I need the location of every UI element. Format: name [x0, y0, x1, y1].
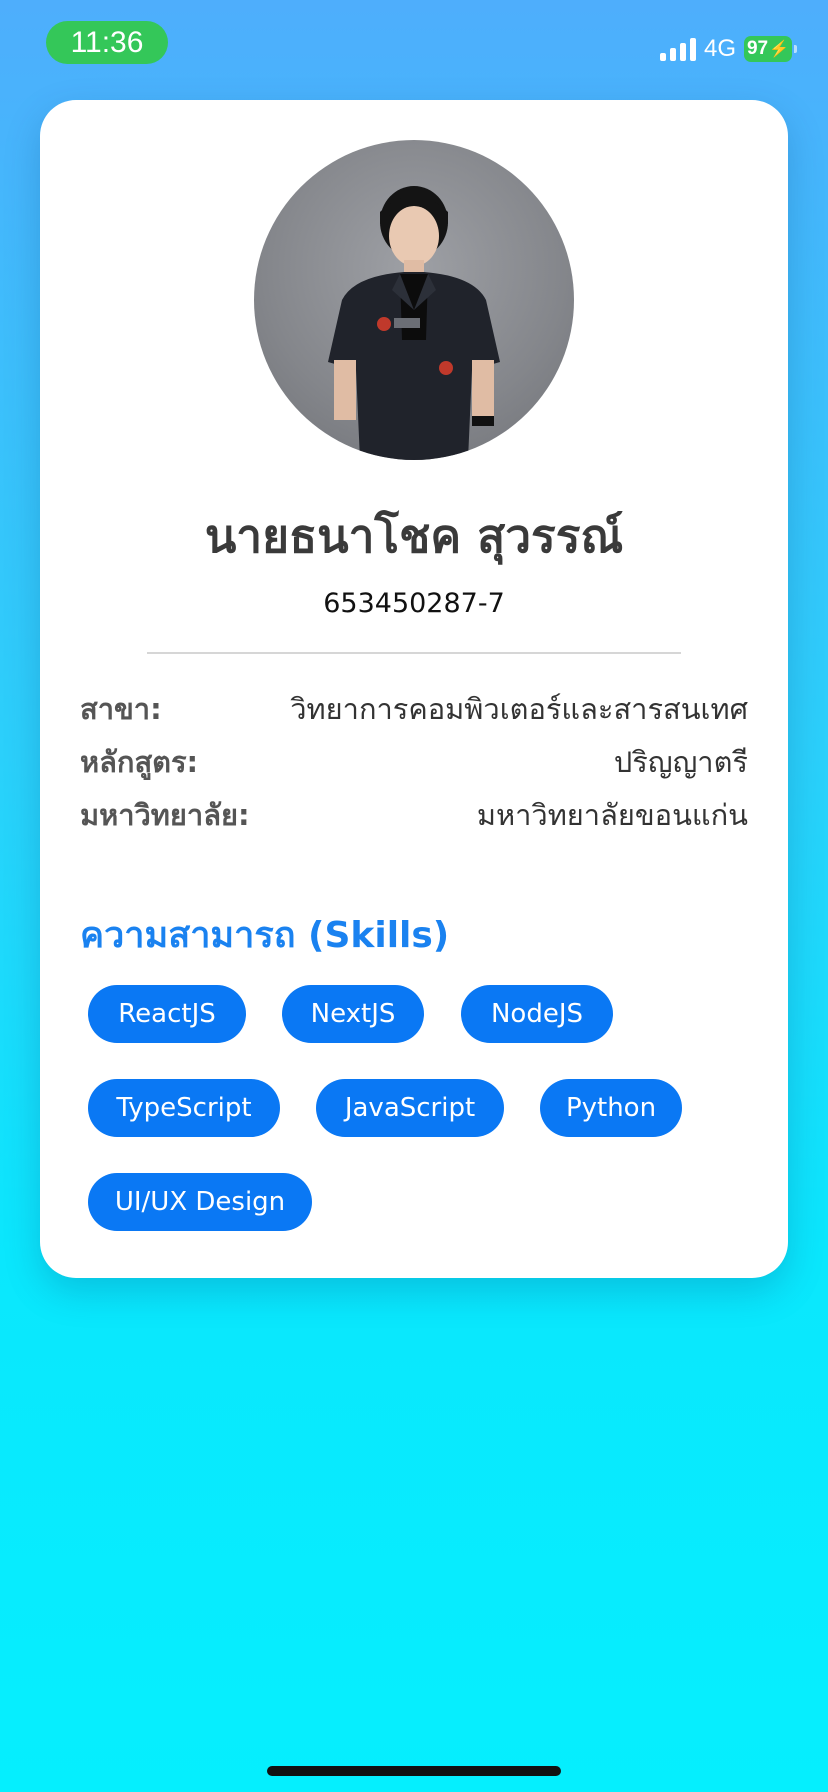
- battery-icon: 97 ⚡: [744, 36, 797, 62]
- time-pill: 11:36: [46, 21, 168, 64]
- profile-avatar: [254, 140, 574, 460]
- info-value-major: วิทยาการคอมพิวเตอร์และสารสนเทศ: [290, 692, 748, 726]
- student-id: 653450287-7: [323, 588, 505, 619]
- status-bar: 11:36 4G 97 ⚡: [0, 0, 828, 90]
- info-label-major: สาขา:: [80, 692, 162, 726]
- skill-chip-python: Python: [540, 1079, 682, 1137]
- signal-icon: [659, 37, 696, 61]
- profile-name: นายธนาโชค สุวรรณ์: [204, 509, 624, 563]
- skill-chip-nextjs: NextJS: [282, 985, 424, 1043]
- skill-chip-typescript: TypeScript: [88, 1079, 280, 1137]
- skill-chip-uiux-design: UI/UX Design: [88, 1173, 312, 1231]
- person-photo-icon: [328, 186, 500, 460]
- skills-title: ความสามารถ (Skills): [80, 915, 450, 956]
- info-value-university: มหาวิทยาลัยขอนแก่น: [476, 798, 748, 832]
- info-row-major: สาขา: วิทยาการคอมพิวเตอร์และสารสนเทศ: [80, 684, 748, 734]
- divider: [147, 652, 681, 654]
- info-label-program: หลักสูตร:: [80, 745, 199, 779]
- skill-chip-javascript: JavaScript: [316, 1079, 504, 1137]
- info-label-university: มหาวิทยาลัย:: [80, 798, 250, 832]
- info-row-university: มหาวิทยาลัย: มหาวิทยาลัยขอนแก่น: [80, 790, 748, 840]
- network-label: 4G: [703, 35, 736, 62]
- charging-bolt-icon: ⚡: [769, 41, 790, 58]
- status-time: 11:36: [70, 25, 144, 59]
- info-row-program: หลักสูตร: ปริญญาตรี: [80, 737, 748, 787]
- profile-card: นายธนาโชค สุวรรณ์ 653450287-7 สาขา: วิทย…: [40, 100, 788, 1278]
- home-indicator[interactable]: [267, 1766, 561, 1776]
- info-value-program: ปริญญาตรี: [613, 745, 748, 779]
- skill-chip-reactjs: ReactJS: [88, 985, 246, 1043]
- skill-chip-nodejs: NodeJS: [461, 985, 613, 1043]
- battery-level: 97: [746, 38, 769, 59]
- status-indicators: 4G 97 ⚡: [659, 34, 797, 64]
